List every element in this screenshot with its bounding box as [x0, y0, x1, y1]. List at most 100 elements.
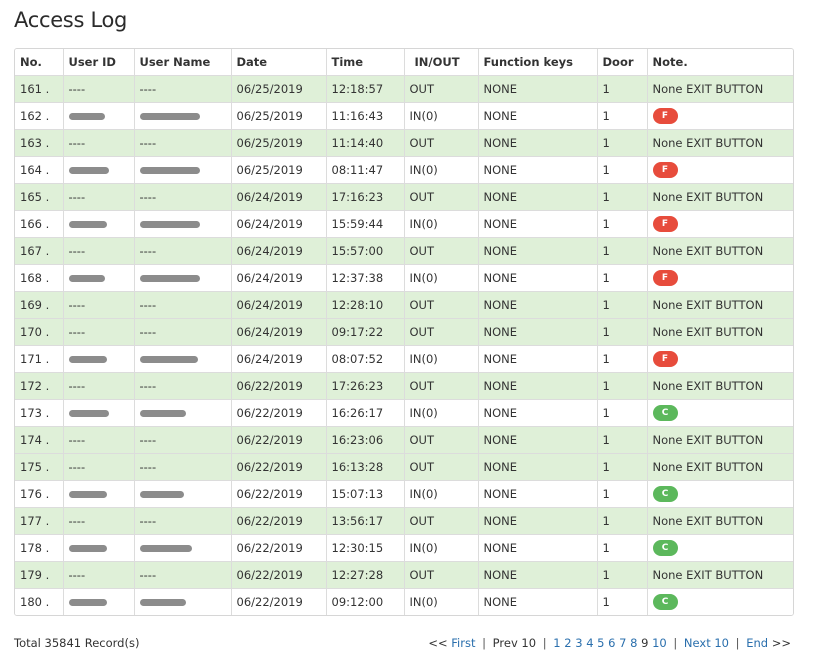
cell-time: 17:26:23 — [326, 372, 405, 400]
pager-page-list: 1 2 3 4 5 6 7 8 9 10 — [553, 636, 667, 650]
cell-note: F — [647, 156, 793, 184]
cell-date: 06/22/2019 — [231, 426, 327, 454]
table-row[interactable]: 171 . 06/24/2019 08:07:52 IN(0) NONE 1 F — [15, 345, 793, 373]
cell-no: 173 . — [15, 399, 64, 427]
cell-in-out: OUT — [404, 291, 479, 319]
redacted-mask — [139, 491, 184, 498]
cell-no: 171 . — [15, 345, 64, 373]
column-header-user-id[interactable]: User ID — [63, 49, 135, 76]
table-row[interactable]: 176 . 06/22/2019 15:07:13 IN(0) NONE 1 C — [15, 480, 793, 508]
cell-in-out: OUT — [404, 453, 479, 481]
table-row[interactable]: 170 . ---- ---- 06/24/2019 09:17:22 OUT NONE 1 N… — [15, 318, 793, 346]
column-header-user-name[interactable]: User Name — [134, 49, 232, 76]
cell-date: 06/22/2019 — [231, 480, 327, 508]
cell-no: 172 . — [15, 372, 64, 400]
pager-page-link[interactable]: 10 — [652, 636, 667, 650]
table-row[interactable]: 177 . ---- ---- 06/22/2019 13:56:17 OUT NONE 1 N… — [15, 507, 793, 535]
cell-no: 163 . — [15, 129, 64, 157]
card-badge: C — [652, 594, 678, 610]
cell-date: 06/24/2019 — [231, 345, 327, 373]
redacted-mask — [139, 545, 192, 552]
cell-no: 179 . — [15, 561, 64, 589]
cell-door: 1 — [597, 264, 648, 292]
cell-user-id — [63, 480, 135, 508]
cell-door: 1 — [597, 156, 648, 184]
column-header-no[interactable]: No. — [15, 49, 64, 76]
cell-function-keys: NONE — [478, 75, 598, 103]
cell-in-out: OUT — [404, 129, 479, 157]
pager-end-link[interactable]: End — [746, 636, 768, 650]
column-header-time[interactable]: Time — [326, 49, 405, 76]
cell-time: 16:26:17 — [326, 399, 405, 427]
table-row[interactable]: 161 . ---- ---- 06/25/2019 12:18:57 OUT NONE 1 N… — [15, 75, 793, 103]
redacted-mask — [139, 113, 200, 120]
cell-in-out: IN(0) — [404, 210, 479, 238]
cell-door: 1 — [597, 480, 648, 508]
table-row[interactable]: 169 . ---- ---- 06/24/2019 12:28:10 OUT NONE 1 N… — [15, 291, 793, 319]
table-row[interactable]: 179 . ---- ---- 06/22/2019 12:27:28 OUT NONE 1 N… — [15, 561, 793, 589]
pager-page-link[interactable]: 1 — [553, 636, 560, 650]
table-row[interactable]: 180 . 06/22/2019 09:12:00 IN(0) NONE 1 C — [15, 588, 793, 615]
column-header-door[interactable]: Door — [597, 49, 648, 76]
cell-in-out: OUT — [404, 426, 479, 454]
cell-in-out: IN(0) — [404, 264, 479, 292]
cell-user-id: ---- — [63, 291, 135, 319]
fingerprint-badge: F — [652, 108, 678, 124]
access-log-table-container: No. User ID User Name Date Time IN/OUT F… — [14, 48, 794, 616]
cell-in-out: OUT — [404, 372, 479, 400]
cell-time: 15:59:44 — [326, 210, 405, 238]
cell-time: 16:23:06 — [326, 426, 405, 454]
cell-time: 12:37:38 — [326, 264, 405, 292]
cell-function-keys: NONE — [478, 453, 598, 481]
column-header-date[interactable]: Date — [231, 49, 327, 76]
cell-no: 161 . — [15, 75, 64, 103]
table-row[interactable]: 162 . 06/25/2019 11:16:43 IN(0) NONE 1 F — [15, 102, 793, 130]
cell-in-out: OUT — [404, 507, 479, 535]
pager-separator: | — [482, 636, 486, 650]
table-row[interactable]: 167 . ---- ---- 06/24/2019 15:57:00 OUT NONE 1 N… — [15, 237, 793, 265]
column-header-in-out[interactable]: IN/OUT — [404, 49, 479, 76]
column-header-note[interactable]: Note. — [647, 49, 793, 76]
table-row[interactable]: 174 . ---- ---- 06/22/2019 16:23:06 OUT NONE 1 N… — [15, 426, 793, 454]
fingerprint-badge: F — [652, 216, 678, 232]
cell-note: F — [647, 345, 793, 373]
pagination: << First | Prev 10 | 1 2 3 4 5 6 7 8 9 1… — [428, 636, 791, 650]
pager-first-link[interactable]: First — [451, 636, 475, 650]
cell-in-out: IN(0) — [404, 588, 479, 615]
cell-note: C — [647, 399, 793, 427]
pager-next-link[interactable]: Next 10 — [684, 636, 729, 650]
table-row[interactable]: 163 . ---- ---- 06/25/2019 11:14:40 OUT NONE 1 N… — [15, 129, 793, 157]
pager-page-link[interactable]: 2 — [564, 636, 571, 650]
cell-note: None EXIT BUTTON — [647, 183, 793, 211]
column-header-function-keys[interactable]: Function keys — [478, 49, 598, 76]
cell-note: None EXIT BUTTON — [647, 372, 793, 400]
pager-page-link[interactable]: 8 — [630, 636, 637, 650]
cell-door: 1 — [597, 129, 648, 157]
cell-note: F — [647, 102, 793, 130]
pager-page-link[interactable]: 5 — [597, 636, 604, 650]
table-row[interactable]: 178 . 06/22/2019 12:30:15 IN(0) NONE 1 C — [15, 534, 793, 562]
cell-note: None EXIT BUTTON — [647, 561, 793, 589]
pager-page-link[interactable]: 7 — [619, 636, 626, 650]
pager-page-current: 9 — [641, 636, 649, 650]
pager-page-link[interactable]: 6 — [608, 636, 615, 650]
cell-time: 15:07:13 — [326, 480, 405, 508]
table-row[interactable]: 164 . 06/25/2019 08:11:47 IN(0) NONE 1 F — [15, 156, 793, 184]
pager-page-link[interactable]: 3 — [575, 636, 582, 650]
table-row[interactable]: 175 . ---- ---- 06/22/2019 16:13:28 OUT NONE 1 N… — [15, 453, 793, 481]
cell-time: 17:16:23 — [326, 183, 405, 211]
cell-no: 178 . — [15, 534, 64, 562]
cell-door: 1 — [597, 426, 648, 454]
cell-function-keys: NONE — [478, 399, 598, 427]
card-badge: C — [652, 486, 678, 502]
table-row[interactable]: 172 . ---- ---- 06/22/2019 17:26:23 OUT NONE 1 N… — [15, 372, 793, 400]
table-row[interactable]: 173 . 06/22/2019 16:26:17 IN(0) NONE 1 C — [15, 399, 793, 427]
table-row[interactable]: 168 . 06/24/2019 12:37:38 IN(0) NONE 1 F — [15, 264, 793, 292]
pager-separator: | — [735, 636, 740, 650]
cell-in-out: OUT — [404, 75, 479, 103]
pager-page-link[interactable]: 4 — [586, 636, 593, 650]
table-row[interactable]: 166 . 06/24/2019 15:59:44 IN(0) NONE 1 F — [15, 210, 793, 238]
cell-in-out: OUT — [404, 318, 479, 346]
redacted-mask — [68, 410, 109, 417]
table-row[interactable]: 165 . ---- ---- 06/24/2019 17:16:23 OUT NONE 1 N… — [15, 183, 793, 211]
